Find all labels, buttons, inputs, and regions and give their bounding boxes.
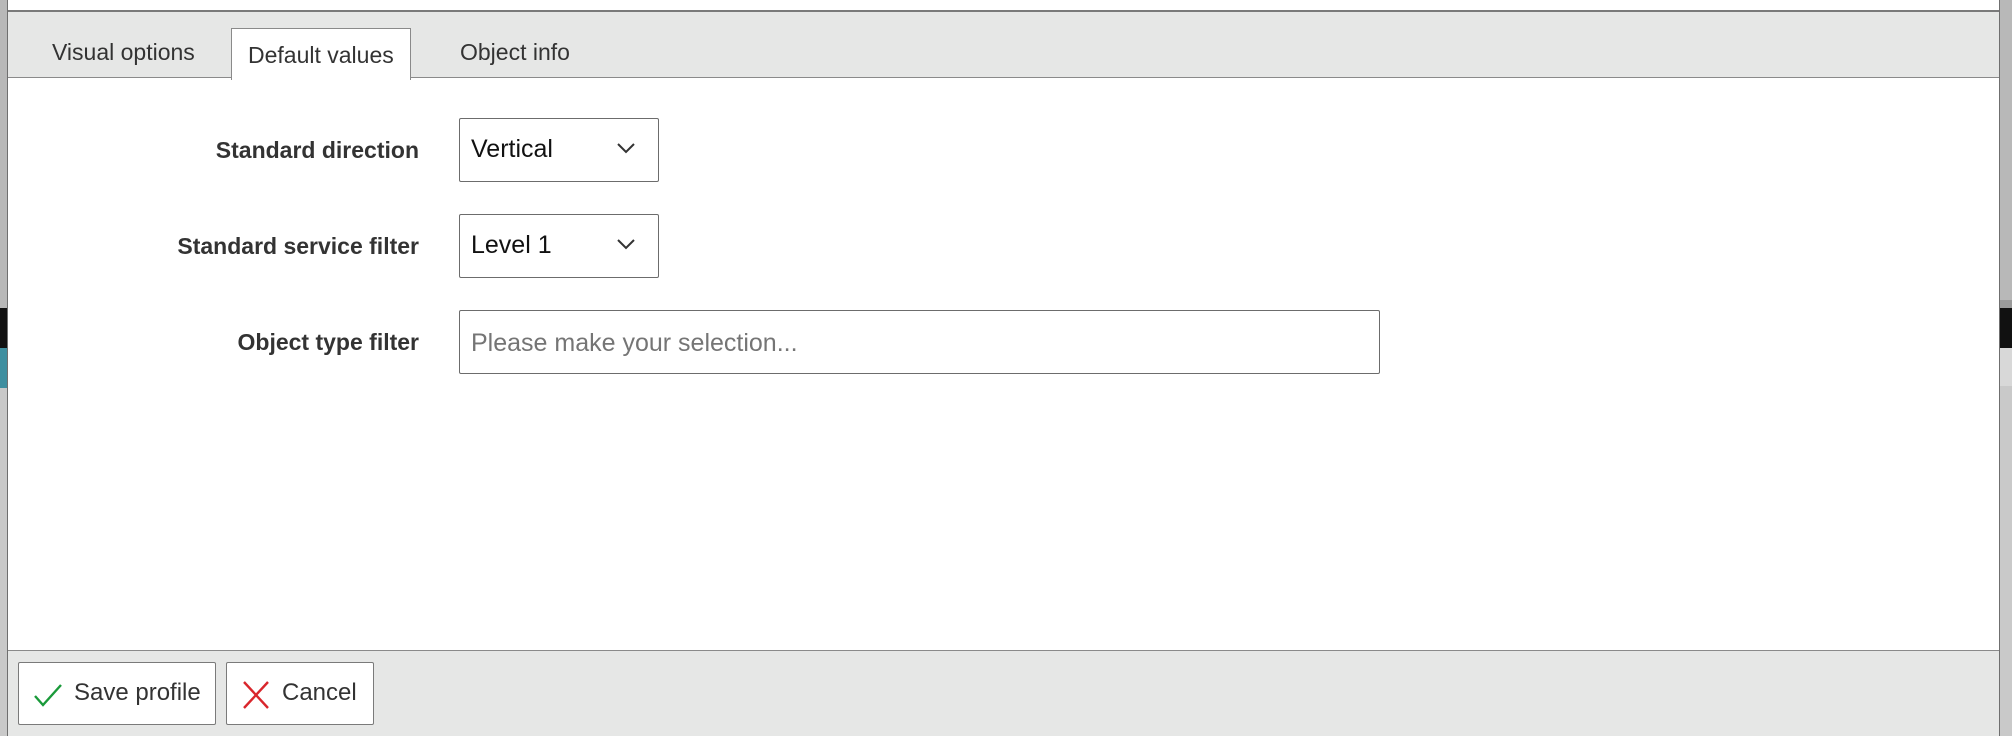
check-icon (34, 684, 62, 707)
cancel-label: Cancel (282, 679, 357, 706)
standard-service-filter-select[interactable]: Level 1 (459, 214, 659, 278)
object-type-filter-input[interactable]: Please make your selection... (459, 310, 1380, 374)
tab-object-info[interactable]: Object info (439, 27, 591, 78)
standard-direction-label: Standard direction (215, 137, 419, 163)
cancel-button[interactable]: Cancel (226, 662, 374, 725)
tab-panel-default-values: Standard direction Vertical Standard ser… (8, 78, 1999, 650)
tab-bar: Visual options Default values Object inf… (8, 12, 1999, 80)
standard-service-filter-label: Standard service filter (177, 233, 419, 259)
standard-service-filter-row: Standard service filter Level 1 (8, 214, 1508, 278)
dialog-top-edge (8, 0, 1999, 12)
object-type-filter-placeholder: Please make your selection... (471, 329, 798, 357)
close-icon (243, 681, 269, 709)
object-type-filter-row: Object type filter Please make your sele… (8, 310, 1508, 374)
tab-default-values[interactable]: Default values (231, 28, 411, 80)
standard-direction-select[interactable]: Vertical (459, 118, 659, 182)
profile-dialog: Visual options Default values Object inf… (7, 0, 2000, 736)
chevron-down-icon (617, 143, 635, 154)
standard-service-filter-value: Level 1 (471, 231, 552, 259)
dialog-footer: Save profile Cancel (8, 650, 1999, 736)
chevron-down-icon (617, 239, 635, 250)
background-app-right-dark-band (2000, 308, 2012, 348)
background-app-right-top (2000, 0, 2012, 300)
standard-direction-row: Standard direction Vertical (8, 118, 1508, 182)
tab-visual-options[interactable]: Visual options (31, 27, 216, 78)
save-profile-button[interactable]: Save profile (18, 662, 216, 725)
standard-direction-value: Vertical (471, 135, 553, 163)
background-app-right-bottom (2000, 386, 2012, 736)
background-app-right-light-band (2000, 348, 2012, 386)
object-type-filter-label: Object type filter (237, 329, 419, 355)
save-profile-label: Save profile (74, 679, 201, 706)
